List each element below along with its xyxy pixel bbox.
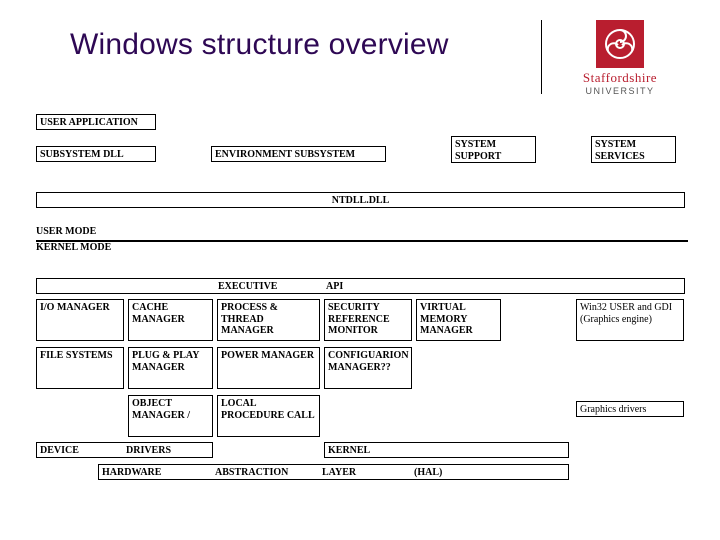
box-ntdll: NTDLL.DLL — [36, 192, 685, 208]
logo-mark-icon — [596, 20, 644, 68]
box-configuration-manager: CONFIGUARION MANAGER?? — [324, 347, 412, 389]
mode-divider-line — [36, 240, 688, 242]
box-process-thread-manager: PROCESS & THREAD MANAGER — [217, 299, 320, 341]
slide-header: Windows structure overview Staffordshire… — [0, 0, 720, 70]
box-virtual-memory-manager: VIRTUAL MEMORY MANAGER — [416, 299, 501, 341]
box-plug-and-play-manager: PLUG & PLAY MANAGER — [128, 347, 213, 389]
box-graphics-drivers: Graphics drivers — [576, 401, 684, 417]
box-system-support: SYSTEM SUPPORT — [451, 136, 536, 163]
label-user-mode: USER MODE — [36, 226, 96, 238]
box-security-reference-monitor: SECURITY REFERENCE MONITOR — [324, 299, 412, 341]
box-user-application: USER APPLICATION — [36, 114, 156, 130]
box-kernel: KERNEL — [324, 442, 569, 458]
header-divider — [541, 20, 542, 94]
box-system-services: SYSTEM SERVICES — [591, 136, 676, 163]
logo-text-primary: Staffordshire — [560, 70, 680, 86]
box-win32-gdi: Win32 USER and GDI (Graphics engine) — [576, 299, 684, 341]
box-exec-left — [36, 278, 216, 294]
box-drivers: DRIVERS — [123, 442, 213, 458]
box-subsystem-dll: SUBSYSTEM DLL — [36, 146, 156, 162]
box-api: API — [323, 278, 413, 294]
box-exec-right — [412, 278, 685, 294]
box-executive: EXECUTIVE — [215, 278, 324, 294]
box-device: DEVICE — [36, 442, 124, 458]
label-kernel-mode: KERNEL MODE — [36, 242, 111, 254]
box-hal: (HAL) — [411, 464, 569, 480]
box-hardware: HARDWARE — [98, 464, 213, 480]
box-cache-manager: CACHE MANAGER — [128, 299, 213, 341]
box-abstraction: ABSTRACTION — [212, 464, 320, 480]
box-power-manager: POWER MANAGER — [217, 347, 320, 389]
box-object-manager: OBJECT MANAGER / — [128, 395, 213, 437]
university-logo: Staffordshire UNIVERSITY — [560, 20, 680, 96]
box-io-manager: I/O MANAGER — [36, 299, 124, 341]
logo-text-secondary: UNIVERSITY — [560, 86, 680, 96]
box-local-procedure-call: LOCAL PROCEDURE CALL — [217, 395, 320, 437]
box-file-systems: FILE SYSTEMS — [36, 347, 124, 389]
box-layer: LAYER — [319, 464, 412, 480]
box-environment-subsystem: ENVIRONMENT SUBSYSTEM — [211, 146, 386, 162]
